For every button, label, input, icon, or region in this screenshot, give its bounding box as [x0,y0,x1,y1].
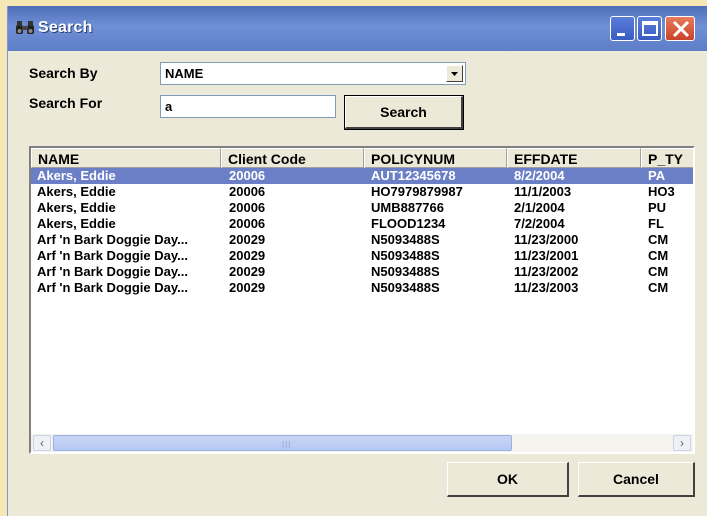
search-by-select[interactable]: NAME [160,62,466,85]
window-title: Search [38,19,93,36]
cell-effdate: 11/23/2001 [514,248,579,263]
cell-name: Akers, Eddie [37,184,116,199]
cell-name: Arf 'n Bark Doggie Day... [37,232,188,247]
table-header: NAME Client Code POLICYNUM EFFDATE P_TY [31,148,693,168]
column-header-effdate[interactable]: EFFDATE [507,148,641,168]
close-icon [672,20,690,38]
close-button[interactable] [665,16,695,41]
cell-policynum: HO7979879987 [371,184,463,199]
maximize-button[interactable] [637,16,662,41]
cell-effdate: 8/2/2004 [514,168,565,183]
table-row[interactable]: Akers, Eddie 20006 FLOOD1234 7/2/2004 FL [31,216,693,232]
cell-p-ty: PA [648,168,666,183]
table-row[interactable]: Akers, Eddie 20006 UMB887766 2/1/2004 PU [31,200,693,216]
cell-policynum: N5093488S [371,264,440,279]
cell-name: Arf 'n Bark Doggie Day... [37,248,188,263]
results-table: NAME Client Code POLICYNUM EFFDATE P_TY … [31,148,693,434]
cell-effdate: 11/23/2002 [514,264,579,279]
minimize-icon [617,33,625,36]
table-row[interactable]: Akers, Eddie 20006 AUT12345678 8/2/2004 … [31,168,693,184]
cell-p-ty: CM [648,248,669,263]
binoculars-icon [15,20,35,36]
cell-policynum: N5093488S [371,232,440,247]
cell-p-ty: PU [648,200,667,215]
search-for-label: Search For [29,95,103,111]
search-dialog: Search Search By NAME Search For Search … [7,6,707,516]
cell-client-code: 20006 [229,216,266,231]
minimize-button[interactable] [610,16,635,41]
cell-client-code: 20006 [229,200,266,215]
column-header-p-ty[interactable]: P_TY [641,148,693,168]
cell-p-ty: CM [648,264,669,279]
cell-client-code: 20006 [229,168,266,183]
cell-name: Arf 'n Bark Doggie Day... [37,280,188,295]
cell-p-ty: FL [648,216,664,231]
cell-name: Akers, Eddie [37,216,116,231]
cell-policynum: N5093488S [371,280,440,295]
search-button[interactable]: Search [344,95,464,130]
horizontal-scrollbar[interactable]: ‹ ||| › [31,434,693,452]
cell-policynum: AUT12345678 [371,168,456,183]
maximize-icon [642,21,658,36]
cell-effdate: 11/23/2003 [514,280,579,295]
cell-client-code: 20006 [229,184,266,199]
cell-client-code: 20029 [229,232,266,247]
cell-name: Akers, Eddie [37,168,116,183]
search-by-value: NAME [165,66,204,81]
cell-p-ty: CM [648,280,669,295]
search-for-input[interactable] [160,95,336,118]
table-row[interactable]: Arf 'n Bark Doggie Day... 20029 N5093488… [31,280,693,296]
title-bar[interactable]: Search [8,6,707,51]
chevron-left-icon: ‹ [40,436,44,450]
cell-name: Arf 'n Bark Doggie Day... [37,264,188,279]
column-header-client-code[interactable]: Client Code [221,148,364,168]
cell-client-code: 20029 [229,280,266,295]
cell-effdate: 2/1/2004 [514,200,565,215]
cell-policynum: N5093488S [371,248,440,263]
table-row[interactable]: Arf 'n Bark Doggie Day... 20029 N5093488… [31,264,693,280]
scroll-right-button[interactable]: › [673,435,691,451]
cell-effdate: 11/1/2003 [514,184,572,199]
scrollbar-thumb[interactable]: ||| [53,435,512,451]
cell-client-code: 20029 [229,264,266,279]
cell-p-ty: HO3 [648,184,675,199]
cell-p-ty: CM [648,232,669,247]
cell-effdate: 11/23/2000 [514,232,579,247]
column-header-name[interactable]: NAME [31,148,221,168]
cell-effdate: 7/2/2004 [514,216,565,231]
cell-policynum: UMB887766 [371,200,444,215]
table-row[interactable]: Arf 'n Bark Doggie Day... 20029 N5093488… [31,232,693,248]
scrollbar-grip: ||| [282,440,292,449]
cancel-button[interactable]: Cancel [578,462,695,497]
results-list[interactable]: NAME Client Code POLICYNUM EFFDATE P_TY … [29,146,695,454]
search-by-label: Search By [29,65,98,81]
cell-name: Akers, Eddie [37,200,116,215]
cell-policynum: FLOOD1234 [371,216,446,231]
column-header-policynum[interactable]: POLICYNUM [364,148,507,168]
ok-button[interactable]: OK [447,462,569,497]
table-row[interactable]: Arf 'n Bark Doggie Day... 20029 N5093488… [31,248,693,264]
dropdown-arrow-icon[interactable] [446,65,463,82]
cell-client-code: 20029 [229,248,266,263]
chevron-right-icon: › [680,436,684,450]
scroll-left-button[interactable]: ‹ [33,435,51,451]
table-row[interactable]: Akers, Eddie 20006 HO7979879987 11/1/200… [31,184,693,200]
